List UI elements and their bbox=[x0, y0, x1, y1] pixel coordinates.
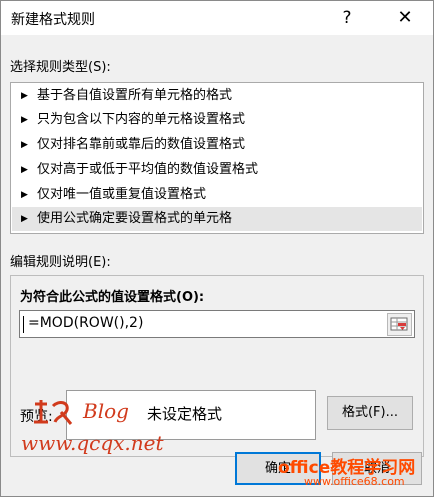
rule-type-item-label: 仅对高于或低于平均值的数值设置格式 bbox=[37, 162, 259, 177]
rule-type-item-label: 仅对排名靠前或靠后的数值设置格式 bbox=[37, 137, 246, 152]
play-icon: ▶ bbox=[21, 165, 28, 175]
rule-type-item-label: 仅对唯一值或重复值设置格式 bbox=[37, 187, 207, 202]
preview-text: 未设定格式 bbox=[147, 405, 223, 423]
ok-button[interactable]: 确定 bbox=[235, 452, 321, 485]
rule-type-list[interactable]: ▶ 基于各自值设置所有单元格的格式 ▶ 只为包含以下内容的单元格设置格式 ▶ 仅… bbox=[10, 82, 424, 234]
new-format-rule-dialog: 新建格式规则 ? ✕ 选择规则类型(S): ▶ 基于各自值设置所有单元格的格式 … bbox=[0, 0, 434, 497]
edit-rule-label: 编辑规则说明(E): bbox=[10, 255, 111, 270]
rule-type-item[interactable]: ▶ 基于各自值设置所有单元格的格式 bbox=[12, 84, 422, 108]
rule-description-panel: 为符合此公式的值设置格式(O): =MOD(ROW(),2) 预览: 未设定格式… bbox=[10, 275, 424, 457]
text-caret bbox=[23, 316, 24, 333]
rule-type-item-selected[interactable]: ▶ 使用公式确定要设置格式的单元格 bbox=[12, 207, 422, 231]
play-icon: ▶ bbox=[21, 214, 28, 224]
rule-type-item-label: 只为包含以下内容的单元格设置格式 bbox=[37, 112, 246, 127]
preview-label: 预览: bbox=[20, 409, 53, 425]
rule-type-item[interactable]: ▶ 只为包含以下内容的单元格设置格式 bbox=[12, 108, 422, 132]
close-icon[interactable]: ✕ bbox=[387, 4, 423, 32]
range-picker-button[interactable] bbox=[387, 313, 412, 336]
window-title: 新建格式规则 bbox=[11, 12, 95, 28]
rule-type-item-label: 基于各自值设置所有单元格的格式 bbox=[37, 88, 233, 103]
play-icon: ▶ bbox=[21, 190, 28, 200]
title-bar: 新建格式规则 ? ✕ bbox=[1, 1, 433, 35]
format-button[interactable]: 格式(F)... bbox=[327, 396, 413, 430]
play-icon: ▶ bbox=[21, 115, 28, 125]
rule-type-item[interactable]: ▶ 仅对高于或低于平均值的数值设置格式 bbox=[12, 158, 422, 182]
play-icon: ▶ bbox=[21, 91, 28, 101]
formula-label: 为符合此公式的值设置格式(O): bbox=[20, 290, 205, 305]
play-icon: ▶ bbox=[21, 140, 28, 150]
rule-type-label: 选择规则类型(S): bbox=[10, 60, 111, 75]
formula-value: =MOD(ROW(),2) bbox=[28, 315, 144, 331]
range-picker-icon bbox=[390, 317, 408, 331]
rule-type-item[interactable]: ▶ 仅对唯一值或重复值设置格式 bbox=[12, 183, 422, 207]
rule-type-item[interactable]: ▶ 仅对排名靠前或靠后的数值设置格式 bbox=[12, 133, 422, 157]
help-icon[interactable]: ? bbox=[333, 5, 361, 31]
preview-box: 未设定格式 bbox=[66, 390, 316, 440]
rule-type-item-label: 使用公式确定要设置格式的单元格 bbox=[37, 211, 233, 226]
formula-input[interactable]: =MOD(ROW(),2) bbox=[19, 310, 415, 338]
cancel-button[interactable]: 取消 bbox=[332, 452, 422, 485]
